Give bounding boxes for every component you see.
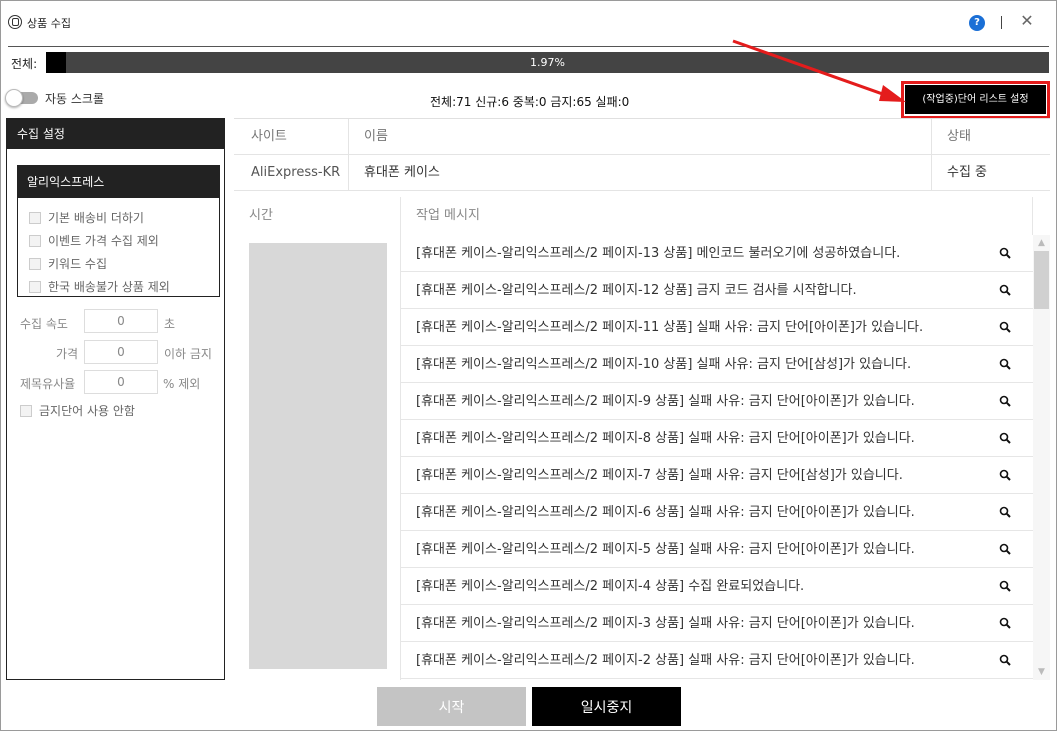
titlebar-divider	[1001, 16, 1002, 29]
collect-window: 상품 수집 ? ✕ 전체: 1.97% 자동 스크롤 전체:71 신규:6 중복…	[0, 0, 1057, 731]
column-divider	[931, 119, 932, 155]
window-title: 상품 수집	[27, 17, 71, 30]
scroll-thumb[interactable]	[1034, 251, 1049, 309]
scroll-up-icon[interactable]: ▲	[1033, 237, 1050, 249]
cell-name: 휴대폰 케이스	[364, 165, 440, 180]
close-icon[interactable]: ✕	[1019, 11, 1035, 31]
app-icon	[8, 15, 22, 29]
log-row[interactable]: [휴대폰 케이스-알리익스프레스/2 페이지-2 상품] 실패 사유: 금지 단…	[401, 642, 1033, 679]
checkbox-box[interactable]	[29, 281, 41, 293]
search-icon[interactable]	[999, 358, 1011, 370]
header-message: 작업 메시지	[416, 208, 480, 223]
search-icon[interactable]	[999, 321, 1011, 333]
site-info-row[interactable]: AliExpress-KR 휴대폰 케이스 수집 중	[234, 155, 1050, 191]
log-row[interactable]: [휴대폰 케이스-알리익스프레스/2 페이지-4 상품] 수집 완료되었습니다.	[401, 568, 1033, 605]
aliexpress-group: 알리익스프레스 기본 배송비 더하기 이벤트 가격 수집 제외 키워드 수집 한…	[17, 165, 220, 297]
collect-settings-panel: 수집 설정 알리익스프레스 기본 배송비 더하기 이벤트 가격 수집 제외 키워…	[6, 118, 225, 680]
speed-unit: 초	[164, 317, 176, 331]
speed-input[interactable]	[84, 309, 158, 333]
column-divider	[348, 119, 349, 155]
work-log-table: 시간 작업 메시지 [휴대폰 케이스-알리익스프레스/2 페이지-13 상품] …	[234, 197, 1050, 680]
log-row[interactable]: [휴대폰 케이스-알리익스프레스/2 페이지-13 상품] 메인코드 불러오기에…	[401, 235, 1033, 272]
site-info-header: 사이트 이름 상태	[234, 119, 1050, 155]
cell-site: AliExpress-KR	[251, 165, 341, 180]
log-message: [휴대폰 케이스-알리익스프레스/2 페이지-9 상품] 실패 사유: 금지 단…	[416, 394, 915, 409]
title-similarity-unit: % 제외	[163, 377, 201, 391]
collect-stats: 전체:71 신규:6 중복:0 금지:65 실패:0	[430, 95, 630, 109]
checkbox-box[interactable]	[29, 235, 41, 247]
annotation-arrow-icon	[732, 39, 906, 102]
log-row[interactable]: [휴대폰 케이스-알리익스프레스/2 페이지-3 상품] 실패 사유: 금지 단…	[401, 605, 1033, 642]
log-row[interactable]: [휴대폰 케이스-알리익스프레스/2 페이지-9 상품] 실패 사유: 금지 단…	[401, 383, 1033, 420]
settings-header: 수집 설정	[7, 119, 224, 149]
column-divider	[1032, 197, 1033, 235]
column-divider	[931, 155, 932, 191]
log-row[interactable]: [휴대폰 케이스-알리익스프레스/2 페이지-12 상품] 금지 코드 검사를 …	[401, 272, 1033, 309]
log-message: [휴대폰 케이스-알리익스프레스/2 페이지-2 상품] 실패 사유: 금지 단…	[416, 653, 915, 668]
highlight-box	[901, 81, 1050, 119]
aliexpress-group-header: 알리익스프레스	[18, 166, 219, 198]
time-column-redacted	[249, 243, 387, 669]
search-icon[interactable]	[999, 432, 1011, 444]
log-message: [휴대폰 케이스-알리익스프레스/2 페이지-8 상품] 실패 사유: 금지 단…	[416, 431, 915, 446]
price-input[interactable]	[84, 340, 158, 364]
scroll-down-icon[interactable]: ▼	[1033, 666, 1050, 678]
log-message: [휴대폰 케이스-알리익스프레스/2 페이지-10 상품] 실패 사유: 금지 …	[416, 357, 912, 372]
search-icon[interactable]	[999, 506, 1011, 518]
log-row[interactable]: [휴대폰 케이스-알리익스프레스/2 페이지-11 상품] 실패 사유: 금지 …	[401, 309, 1033, 346]
header-status: 상태	[947, 129, 971, 144]
header-time: 시간	[249, 208, 273, 223]
log-row[interactable]: [휴대폰 케이스-알리익스프레스/2 페이지-7 상품] 실패 사유: 금지 단…	[401, 457, 1033, 494]
log-message: [휴대폰 케이스-알리익스프레스/2 페이지-13 상품] 메인코드 불러오기에…	[416, 246, 901, 261]
pause-button[interactable]: 일시중지	[532, 687, 681, 726]
search-icon[interactable]	[999, 469, 1011, 481]
site-info-table: 사이트 이름 상태 AliExpress-KR 휴대폰 케이스 수집 중	[234, 118, 1050, 191]
checkbox-no-banned-words[interactable]: 금지단어 사용 안함	[20, 402, 135, 420]
search-icon[interactable]	[999, 247, 1011, 259]
price-unit: 이하 금지	[164, 347, 212, 361]
start-button[interactable]: 시작	[377, 687, 526, 726]
log-message: [휴대폰 케이스-알리익스프레스/2 페이지-7 상품] 실패 사유: 금지 단…	[416, 468, 903, 483]
checkbox-keyword-collect[interactable]: 키워드 수집	[29, 255, 107, 273]
log-row[interactable]: [휴대폰 케이스-알리익스프레스/2 페이지-6 상품] 실패 사유: 금지 단…	[401, 494, 1033, 531]
speed-label: 수집 속도	[20, 317, 68, 331]
checkbox-box[interactable]	[29, 258, 41, 270]
checkbox-box[interactable]	[29, 212, 41, 224]
checkbox-exclude-event-price[interactable]: 이벤트 가격 수집 제외	[29, 232, 159, 250]
auto-scroll-toggle[interactable]	[5, 89, 38, 107]
search-icon[interactable]	[999, 654, 1011, 666]
title-similarity-input[interactable]	[84, 370, 158, 394]
auto-scroll-label: 자동 스크롤	[45, 92, 105, 106]
log-message: [휴대폰 케이스-알리익스프레스/2 페이지-11 상품] 실패 사유: 금지 …	[416, 320, 924, 335]
log-row[interactable]: [휴대폰 케이스-알리익스프레스/2 페이지-8 상품] 실패 사유: 금지 단…	[401, 420, 1033, 457]
search-icon[interactable]	[999, 395, 1011, 407]
log-message: [휴대폰 케이스-알리익스프레스/2 페이지-5 상품] 실패 사유: 금지 단…	[416, 542, 915, 557]
search-icon[interactable]	[999, 284, 1011, 296]
total-progress-label: 전체:	[11, 57, 38, 71]
header-site: 사이트	[251, 129, 287, 144]
log-row[interactable]: [휴대폰 케이스-알리익스프레스/2 페이지-5 상품] 실패 사유: 금지 단…	[401, 531, 1033, 568]
search-icon[interactable]	[999, 543, 1011, 555]
log-message: [휴대폰 케이스-알리익스프레스/2 페이지-3 상품] 실패 사유: 금지 단…	[416, 616, 915, 631]
log-message: [휴대폰 케이스-알리익스프레스/2 페이지-6 상품] 실패 사유: 금지 단…	[416, 505, 915, 520]
log-message: [휴대폰 케이스-알리익스프레스/2 페이지-4 상품] 수집 완료되었습니다.	[416, 579, 805, 594]
search-icon[interactable]	[999, 580, 1011, 592]
header-name: 이름	[364, 129, 388, 144]
column-divider	[348, 155, 349, 191]
title-similarity-label: 제목유사율	[20, 377, 76, 391]
search-icon[interactable]	[999, 617, 1011, 629]
log-message: [휴대폰 케이스-알리익스프레스/2 페이지-12 상품] 금지 코드 검사를 …	[416, 283, 857, 298]
cell-status: 수집 중	[947, 165, 988, 180]
checkbox-add-shipping[interactable]: 기본 배송비 더하기	[29, 209, 144, 227]
log-row[interactable]: [휴대폰 케이스-알리익스프레스/2 페이지-10 상품] 실패 사유: 금지 …	[401, 346, 1033, 383]
log-scrollbar[interactable]: ▲ ▼	[1033, 235, 1050, 680]
toggle-knob	[5, 89, 23, 107]
log-header: 시간 작업 메시지	[234, 197, 1033, 235]
help-icon[interactable]: ?	[969, 15, 985, 31]
checkbox-box[interactable]	[20, 405, 32, 417]
price-label: 가격	[56, 347, 79, 361]
checkbox-exclude-no-korea-shipping[interactable]: 한국 배송불가 상품 제외	[29, 278, 170, 296]
